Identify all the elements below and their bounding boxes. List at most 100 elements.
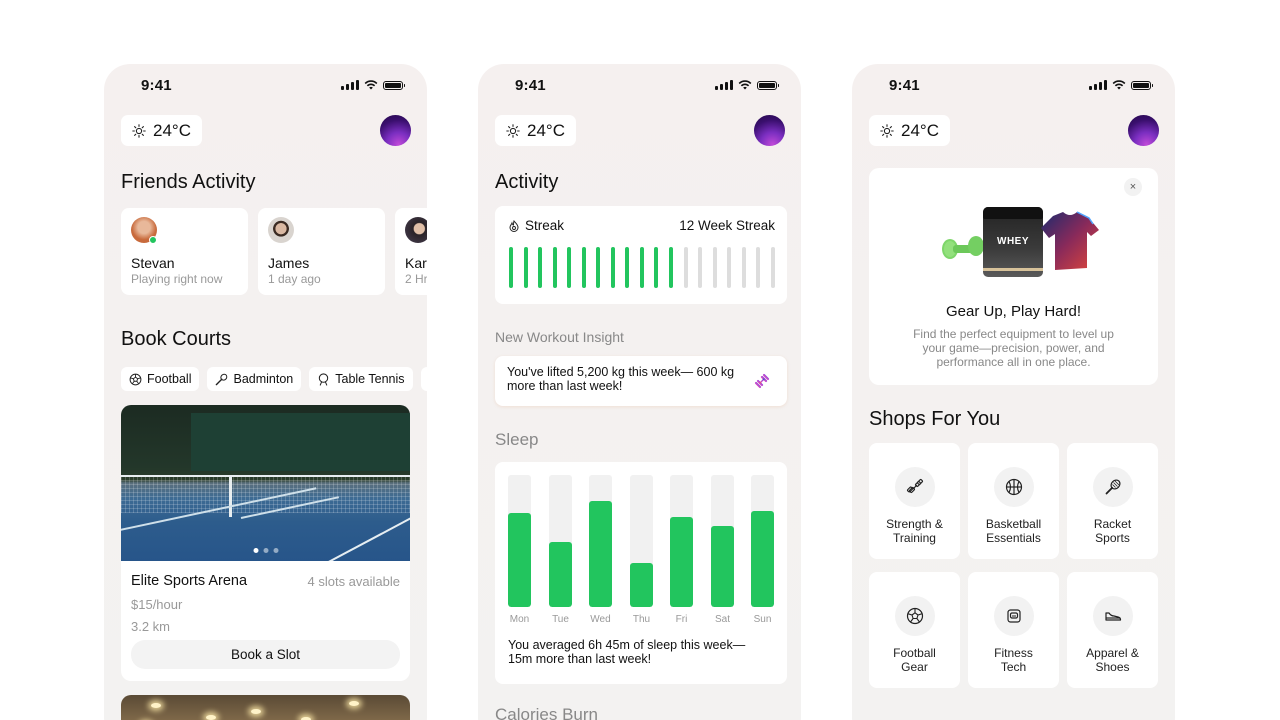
table-tennis-icon: [319, 372, 329, 386]
sleep-bar[interactable]: [589, 501, 612, 607]
sleep-bar[interactable]: [711, 526, 734, 607]
streak-week-complete: [669, 247, 674, 288]
promo-banner[interactable]: × WHEY Gear Up, Play Hard! Find the perf…: [869, 168, 1158, 385]
filter-label: Badminton: [233, 372, 294, 386]
sun-icon: [880, 123, 894, 138]
temperature: 24°C: [901, 120, 939, 140]
shop-label: Fitness Tech: [994, 646, 1033, 674]
shop-strength-training[interactable]: Strength & Training: [869, 443, 960, 559]
carousel-dot[interactable]: [263, 548, 268, 553]
shop-football-gear[interactable]: Football Gear: [869, 572, 960, 688]
streak-week-complete: [538, 247, 543, 288]
filter-football[interactable]: Football: [121, 367, 200, 391]
filter-label: Table Tennis: [335, 372, 405, 386]
streak-week-complete: [596, 247, 601, 288]
shop-fitness-tech[interactable]: Fitness Tech: [968, 572, 1059, 688]
shop-racket-sports[interactable]: Racket Sports: [1067, 443, 1158, 559]
sleep-bar-track: [508, 475, 531, 607]
streak-week-complete: [581, 247, 586, 288]
sleep-bar-track: [670, 475, 693, 607]
shoe-icon: [1104, 612, 1121, 621]
streak-week-complete: [610, 247, 615, 288]
green-dumbbell-image: [942, 236, 984, 259]
streak-week-empty: [741, 247, 746, 288]
status-time: 9:41: [889, 77, 920, 94]
football-icon: [129, 373, 142, 385]
football-icon: [906, 607, 923, 625]
profile-avatar[interactable]: [380, 115, 411, 146]
shop-label: Football Gear: [893, 646, 936, 674]
sleep-bar-track: [711, 475, 734, 607]
streak-week-empty: [712, 247, 717, 288]
shop-label: Strength & Training: [886, 517, 943, 545]
promo-title: Gear Up, Play Hard!: [945, 303, 1082, 320]
shop-label: Racket Sports: [1093, 517, 1132, 545]
court-price: $15/hour: [131, 597, 183, 612]
sleep-bar[interactable]: [670, 517, 693, 607]
sleep-bar[interactable]: [630, 563, 653, 607]
filter-more[interactable]: [420, 367, 427, 391]
friend-card[interactable]: Stevan Playing right now: [121, 208, 248, 295]
filter-table-tennis[interactable]: Table Tennis: [309, 367, 413, 391]
cellular-signal-icon: [715, 80, 733, 90]
whey-protein-image: WHEY: [983, 207, 1043, 277]
friends-activity-title: Friends Activity: [121, 171, 256, 193]
sleep-bar-track: [630, 475, 653, 607]
weather-chip[interactable]: 24°C: [121, 115, 202, 146]
sleep-bar-track: [549, 475, 572, 607]
court-card[interactable]: Elite Sports Arena 4 slots available $15…: [121, 405, 410, 681]
shop-label: Apparel & Shoes: [1086, 646, 1139, 674]
shop-basketball-essentials[interactable]: Basketball Essentials: [968, 443, 1059, 559]
shop-apparel-shoes[interactable]: Apparel & Shoes: [1067, 572, 1158, 688]
weather-chip[interactable]: 24°C: [495, 115, 576, 146]
battery-icon: [383, 80, 405, 90]
activity-title: Activity: [495, 171, 559, 193]
streak-week-complete: [654, 247, 659, 288]
phone-screen-shop: 9:41 24°C × WHEY Gear Up, Play Hard! Fin…: [852, 64, 1175, 720]
dumbbell-icon: [754, 373, 770, 389]
sleep-card[interactable]: Mon Tue Wed Thu Fri Sat Sun You averaged 6h 45…: [495, 462, 787, 684]
friend-status: 1 day ago: [268, 272, 321, 286]
sleep-bar[interactable]: [508, 513, 531, 607]
profile-avatar[interactable]: [754, 115, 785, 146]
friend-name: James: [268, 255, 310, 271]
shops-grid: Strength & Training Basketball Essential…: [869, 443, 1159, 688]
promo-description: Find the perfect equipment to level up y…: [913, 327, 1114, 369]
weather-chip[interactable]: 24°C: [869, 115, 950, 146]
workout-insight-title: New Workout Insight: [495, 329, 624, 345]
sleep-bar[interactable]: [751, 510, 774, 607]
calories-title: Calories Burn: [495, 705, 598, 720]
promo-product-images: WHEY: [939, 204, 1109, 279]
sleep-bar-track: [589, 475, 612, 607]
court-name: Elite Sports Arena: [131, 573, 248, 589]
court-image: [121, 405, 410, 561]
fitness-tracker-icon: [1006, 609, 1021, 623]
friend-card[interactable]: James 1 day ago: [258, 208, 385, 295]
streak-week-complete: [509, 247, 513, 288]
filter-badminton[interactable]: Badminton: [207, 367, 302, 391]
wifi-icon: [1112, 80, 1126, 90]
workout-insight-card[interactable]: You've lifted 5,200 kg this week— 600 kg…: [495, 356, 787, 406]
close-button[interactable]: ×: [1124, 178, 1142, 196]
streak-week-complete: [523, 247, 528, 288]
carousel-dots[interactable]: [253, 548, 278, 553]
court-card[interactable]: [121, 695, 410, 720]
streak-week-empty: [727, 247, 732, 288]
sleep-day-label: Fri: [675, 614, 688, 625]
jersey-image: [1041, 211, 1099, 270]
book-slot-button[interactable]: Book a Slot: [131, 640, 400, 669]
friend-name: Stevan: [131, 255, 175, 271]
status-time: 9:41: [515, 77, 546, 94]
wifi-icon: [364, 80, 378, 90]
sport-filters: Football Badminton Table Tennis: [121, 367, 427, 391]
friend-card[interactable]: Kar 2 Hr: [395, 208, 427, 295]
phone-screen-home: 9:41 24°C Friends Activity Stevan Playin…: [104, 64, 427, 720]
streak-card[interactable]: Streak 12 Week Streak: [495, 206, 787, 304]
cellular-signal-icon: [341, 80, 359, 90]
sleep-bar[interactable]: [549, 542, 572, 607]
carousel-dot[interactable]: [253, 548, 258, 553]
profile-avatar[interactable]: [1128, 115, 1159, 146]
carousel-dot[interactable]: [273, 548, 278, 553]
sleep-bar-track: [751, 475, 774, 607]
wifi-icon: [738, 80, 752, 90]
